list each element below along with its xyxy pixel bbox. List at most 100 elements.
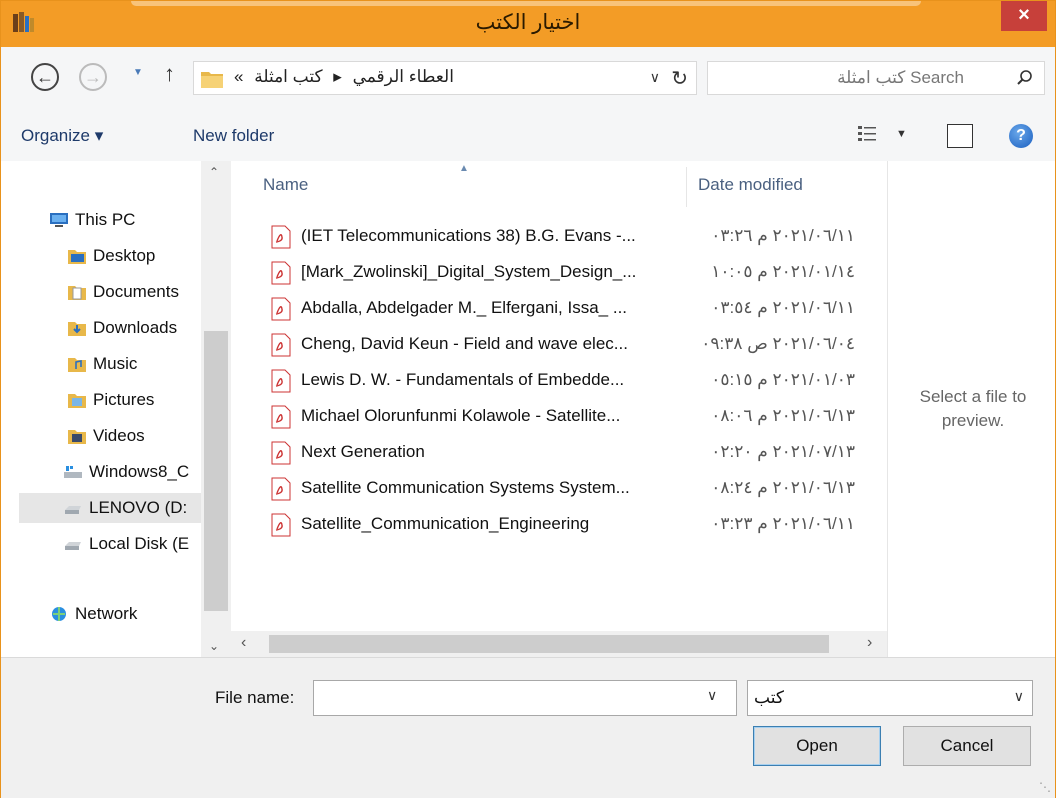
nav-item-documents[interactable]: Documents	[67, 279, 201, 305]
file-name: Next Generation	[301, 442, 425, 461]
file-date: ٢٠٢١/٠٦/٠٤ ص ٠٩:٣٨	[701, 334, 855, 353]
open-button[interactable]: Open	[753, 726, 881, 766]
address-row: ← → ▼ ↑ « العطاء الرقمي ▸ كتب امثلة ∨ ↻ …	[1, 47, 1055, 111]
breadcrumb-overflow[interactable]: «	[234, 67, 243, 86]
dialog-footer: File name: ∨ كتب ∨ Open Cancel ⋱	[1, 657, 1055, 798]
nav-item-this-pc[interactable]: This PC	[49, 207, 201, 233]
view-details-icon[interactable]	[857, 125, 877, 143]
nav-item-label: Videos	[93, 426, 145, 445]
view-options-dropdown[interactable]: ▼	[896, 128, 907, 140]
back-button[interactable]: ←	[31, 63, 59, 91]
file-row[interactable]: Abdalla, Abdelgader M._ Elfergani, Issa_…	[271, 291, 871, 327]
cancel-button[interactable]: Cancel	[903, 726, 1031, 766]
chevron-down-icon[interactable]: ∨	[650, 69, 660, 86]
file-row[interactable]: (IET Telecommunications 38) B.G. Evans -…	[271, 219, 871, 255]
pdf-file-icon	[271, 513, 291, 537]
file-name-input[interactable]	[313, 680, 737, 716]
file-row[interactable]: [Mark_Zwolinski]_Digital_System_Design_.…	[271, 255, 871, 291]
column-divider[interactable]	[686, 167, 687, 207]
breadcrumb-item-current[interactable]: كتب امثلة	[254, 67, 322, 86]
file-date: ٢٠٢١/٠٧/١٣ م ٠٢:٢٠	[711, 442, 855, 461]
nav-item-label: Local Disk (E	[89, 534, 190, 553]
nav-item-label: LENOVO (D:	[89, 498, 188, 517]
nav-item-downloads[interactable]: Downloads	[67, 315, 201, 341]
folder-icon	[201, 72, 223, 88]
nav-item-desktop[interactable]: Desktop	[67, 243, 201, 269]
nav-item-local-disk[interactable]: Local Disk (E	[63, 531, 201, 557]
file-date: ٢٠٢١/٠٦/١١ م ٠٣:٢٣	[711, 514, 855, 533]
breadcrumb: « العطاء الرقمي ▸ كتب امثلة	[234, 67, 460, 87]
file-name: Cheng, David Keun - Field and wave elec.…	[301, 334, 628, 353]
resize-grip-icon[interactable]: ⋱	[1039, 780, 1051, 794]
scroll-right-icon[interactable]: ›	[867, 634, 872, 652]
organize-button[interactable]: Organize ▾	[21, 126, 103, 146]
drive-icon	[65, 506, 81, 514]
nav-item-windows8-drive[interactable]: Windows8_C	[63, 459, 201, 485]
nav-item-music[interactable]: Music	[67, 351, 201, 377]
address-bar[interactable]: « العطاء الرقمي ▸ كتب امثلة ∨ ↻	[193, 61, 697, 95]
nav-item-label: Documents	[93, 282, 179, 301]
scroll-thumb[interactable]	[269, 635, 829, 653]
chevron-down-icon[interactable]: ∨	[1014, 688, 1024, 705]
file-name: Michael Olorunfunmi Kolawole - Satellite…	[301, 406, 621, 425]
file-row[interactable]: Michael Olorunfunmi Kolawole - Satellite…	[271, 399, 871, 435]
file-type-select[interactable]: كتب ∨	[747, 680, 1033, 716]
title-bar[interactable]: اختيار الكتب ×	[1, 1, 1055, 47]
sort-ascending-icon: ▲	[459, 163, 469, 174]
column-header-name[interactable]: Name	[263, 175, 308, 195]
scroll-thumb[interactable]	[204, 331, 228, 611]
nav-scrollbar[interactable]: ⌃ ⌄	[201, 161, 231, 657]
file-row[interactable]: Satellite Communication Systems System..…	[271, 471, 871, 507]
file-date: ٢٠٢١/٠٦/١١ م ٠٣:٥٤	[711, 298, 855, 317]
chevron-down-icon[interactable]: ∨	[707, 687, 717, 704]
scroll-left-icon[interactable]: ‹	[241, 634, 246, 652]
nav-item-network[interactable]: Network	[49, 601, 201, 627]
windows-drive-icon	[64, 466, 82, 478]
nav-item-label: This PC	[75, 210, 136, 229]
column-header-date[interactable]: Date modified	[698, 175, 803, 195]
breadcrumb-item-root[interactable]: العطاء الرقمي	[353, 67, 454, 86]
close-button[interactable]: ×	[1001, 1, 1047, 31]
title-glow	[131, 1, 921, 6]
file-date: ٢٠٢١/٠١/١٤ م ١٠:٠٥	[711, 262, 855, 281]
file-row[interactable]: Next Generation ٢٠٢١/٠٧/١٣ م ٠٢:٢٠	[271, 435, 871, 471]
pdf-file-icon	[271, 333, 291, 357]
file-row[interactable]: Lewis D. W. - Fundamentals of Embedde...…	[271, 363, 871, 399]
help-icon[interactable]: ?	[1009, 124, 1033, 148]
nav-item-label: Downloads	[93, 318, 178, 337]
file-list: ▲ Name Date modified (IET Telecommunicat…	[231, 161, 887, 657]
pdf-file-icon	[271, 297, 291, 321]
breadcrumb-separator[interactable]: ▸	[333, 67, 342, 86]
pdf-file-icon	[271, 405, 291, 429]
pdf-file-icon	[271, 225, 291, 249]
nav-item-lenovo-drive[interactable]: LENOVO (D:	[19, 493, 201, 523]
search-input[interactable]: كتب امثلة Search	[707, 61, 1045, 95]
drive-icon	[65, 542, 81, 550]
file-date: ٢٠٢١/٠٦/١٣ م ٠٨:٢٤	[711, 478, 855, 497]
search-icon	[1017, 70, 1032, 85]
file-row[interactable]: Cheng, David Keun - Field and wave elec.…	[271, 327, 871, 363]
file-name: (IET Telecommunications 38) B.G. Evans -…	[301, 226, 636, 245]
search-placeholder: كتب امثلة Search	[837, 68, 964, 87]
network-icon	[52, 607, 66, 621]
toolbar: Organize ▾ New folder ▼ ?	[1, 111, 1055, 161]
file-date: ٢٠٢١/٠١/٠٣ م ٠٥:١٥	[711, 370, 855, 389]
videos-icon	[68, 430, 86, 444]
nav-item-pictures[interactable]: Pictures	[67, 387, 201, 413]
documents-icon	[68, 286, 86, 300]
scroll-down-icon[interactable]: ⌄	[209, 639, 219, 653]
preview-pane: Select a file to preview.	[887, 161, 1055, 657]
preview-pane-icon[interactable]	[947, 124, 973, 148]
file-row[interactable]: Satellite_Communication_Engineering ٢٠٢١…	[271, 507, 871, 543]
pdf-file-icon	[271, 261, 291, 285]
horizontal-scrollbar[interactable]: ‹ ›	[231, 631, 887, 657]
file-name: Satellite_Communication_Engineering	[301, 514, 590, 533]
nav-item-videos[interactable]: Videos	[67, 423, 201, 449]
window-title: اختيار الكتب	[475, 11, 581, 34]
recent-locations-dropdown[interactable]: ▼	[133, 67, 143, 78]
refresh-icon[interactable]: ↻	[671, 66, 688, 91]
forward-button[interactable]: →	[79, 63, 107, 91]
scroll-up-icon[interactable]: ⌃	[209, 165, 219, 179]
up-folder-button[interactable]: ↑	[164, 61, 175, 87]
new-folder-button[interactable]: New folder	[193, 126, 274, 146]
